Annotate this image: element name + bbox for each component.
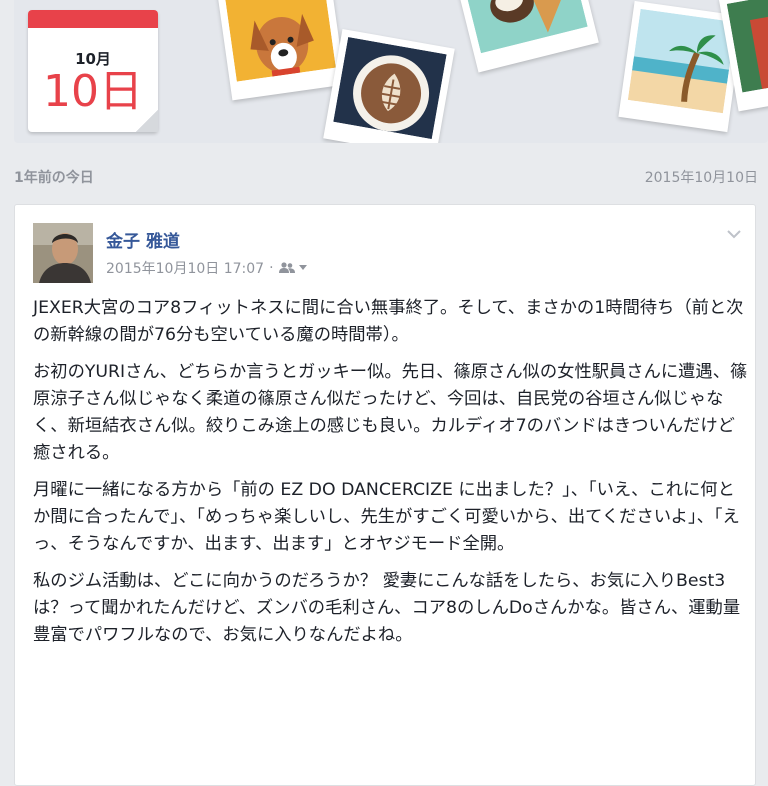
post-paragraph: JEXER大宮のコア8フィットネスに間に合い無事終了。そして、まさかの1時間待ち… bbox=[33, 298, 744, 345]
avatar[interactable] bbox=[33, 223, 93, 283]
coffee-photo-icon bbox=[323, 28, 455, 143]
post-body: JEXER大宮のコア8フィットネスに間に合い無事終了。そして、まさかの1時間待ち… bbox=[33, 295, 748, 659]
dog-photo-icon bbox=[216, 0, 346, 101]
post-paragraph: 私のジム活動は、どこに向かうのだろうか？ 愛妻にこんな話をしたら、お気に入りBe… bbox=[33, 571, 741, 645]
ice-cream-photo-icon bbox=[453, 0, 599, 73]
privacy-dropdown-icon[interactable] bbox=[298, 264, 308, 272]
post-paragraph: 月曜に一緒になる方から「前の EZ DO DANCERCIZE に出ました？」、… bbox=[33, 480, 740, 554]
post-paragraph: お初のYURIさん、どちらか言うとガッキー似。先日、篠原さん似の女性駅員さんに遭… bbox=[33, 362, 748, 463]
post-options-chevron-icon[interactable] bbox=[725, 225, 743, 243]
post-author-link[interactable]: 金子 雅道 bbox=[106, 227, 180, 252]
friends-icon[interactable] bbox=[278, 262, 308, 274]
post-card: 金子 雅道 2015年10月10日 17:07 · JEXER大宮のコア8フィッ… bbox=[14, 204, 756, 786]
post-timestamp-link[interactable]: 2015年10月10日 17:07 bbox=[106, 258, 264, 278]
memories-date: 2015年10月10日 bbox=[644, 170, 758, 186]
post-meta: 2015年10月10日 17:07 · bbox=[106, 258, 308, 278]
memories-banner: 10月 10日 bbox=[14, 0, 768, 143]
calendar-day: 10日 bbox=[43, 66, 143, 117]
meta-separator: · bbox=[269, 260, 274, 276]
memories-label: 1年前の今日 bbox=[14, 170, 94, 186]
calendar-icon: 10月 10日 bbox=[28, 10, 158, 132]
